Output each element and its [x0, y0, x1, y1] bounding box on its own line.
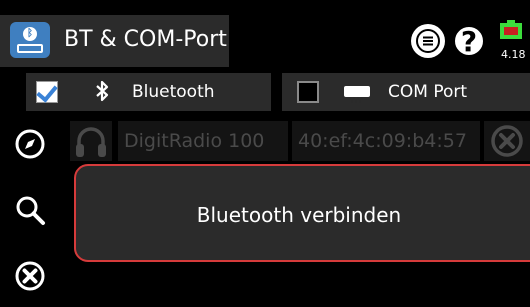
bluetooth-app-icon: ᛒ — [10, 22, 50, 58]
menu-button[interactable] — [411, 24, 445, 58]
menu-icon — [416, 29, 440, 53]
battery-icon — [500, 20, 522, 48]
device-name: DigitRadio 100 — [118, 121, 288, 161]
tab-bluetooth-label: Bluetooth — [132, 82, 215, 102]
help-icon: ? — [460, 24, 478, 58]
search-icon[interactable] — [14, 194, 46, 226]
compass-icon[interactable] — [14, 128, 46, 160]
connect-dialog[interactable]: Bluetooth verbinden — [74, 164, 530, 262]
tab-com-port-label: COM Port — [388, 82, 468, 102]
device-mac-address: 40:ef:4c:09:b4:57 — [292, 121, 480, 161]
device-row: DigitRadio 100 40:ef:4c:09:b4:57 — [70, 121, 530, 161]
battery-voltage: 4.18 — [501, 48, 526, 61]
com-port-checkbox[interactable] — [297, 81, 319, 103]
tab-com-port[interactable]: COM Port — [282, 73, 530, 111]
dialog-message: Bluetooth verbinden — [196, 203, 402, 227]
page-title: BT & COM-Port — [64, 27, 227, 52]
serial-port-icon — [344, 86, 370, 103]
bluetooth-icon — [94, 80, 110, 107]
close-icon[interactable] — [14, 260, 46, 292]
tab-bluetooth[interactable]: Bluetooth — [26, 73, 271, 111]
remove-icon — [484, 121, 530, 161]
bluetooth-checkbox[interactable] — [36, 81, 58, 103]
help-button[interactable]: ? — [452, 24, 486, 58]
headphones-icon — [70, 121, 112, 161]
